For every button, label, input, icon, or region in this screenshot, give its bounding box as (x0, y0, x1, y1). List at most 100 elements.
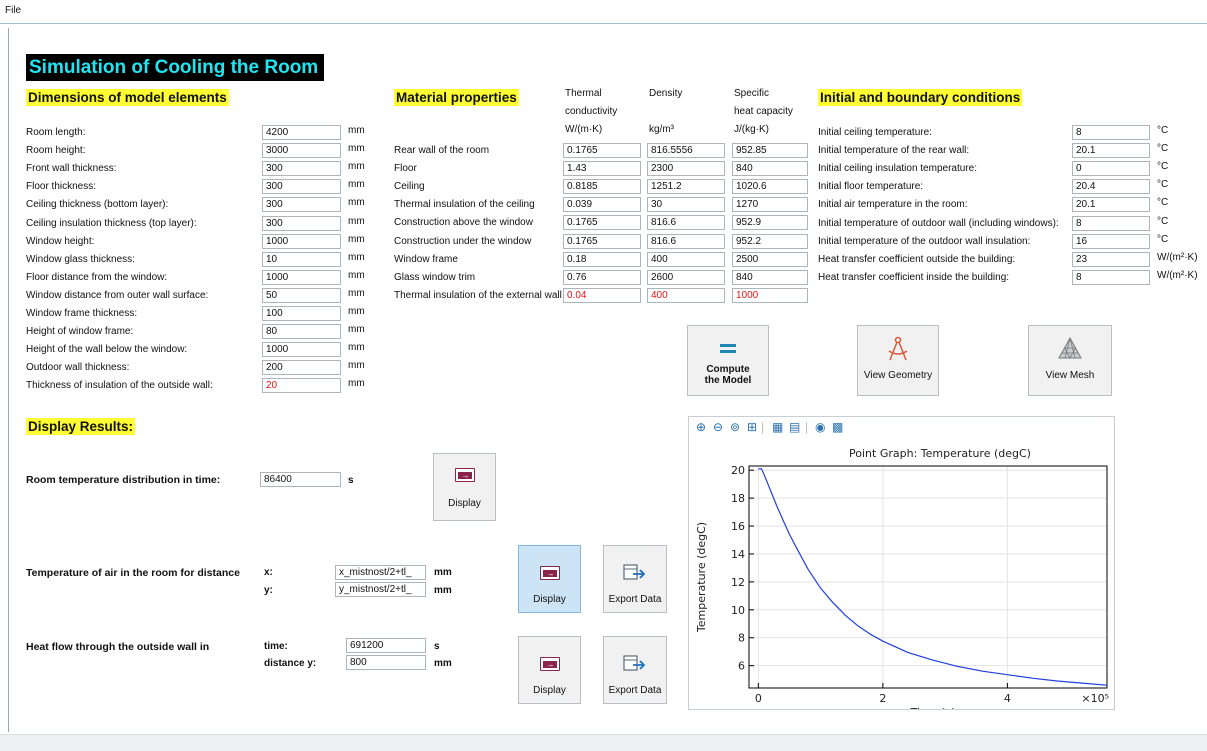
grid-toggle-icon[interactable]: ▦ (772, 420, 783, 434)
dimension-input[interactable]: 100 (262, 306, 341, 321)
time-unit: s (434, 641, 440, 652)
distance-label: distance y: (264, 658, 317, 669)
camera-icon[interactable]: ◉ (815, 420, 825, 434)
heat-flow-distance-input[interactable]: 800 (346, 655, 426, 670)
material-label: Construction under the window (394, 235, 532, 247)
density-input[interactable]: 400 (647, 251, 725, 267)
heat-capacity-input[interactable]: 840 (732, 161, 808, 177)
condition-label: Heat transfer coefficient inside the bui… (818, 271, 1010, 283)
view-mesh-label: View Mesh (1045, 370, 1095, 381)
condition-unit: °C (1157, 125, 1169, 136)
condition-input[interactable]: 20.1 (1072, 197, 1150, 213)
dimension-label: Height of window frame: (26, 326, 134, 338)
dimension-input[interactable]: 300 (262, 161, 341, 177)
density-header-1: Density (649, 88, 683, 99)
heat-capacity-input[interactable]: 1270 (732, 197, 808, 213)
conductivity-input[interactable]: 0.1765 (563, 233, 641, 249)
conductivity-input[interactable]: 1.43 (563, 161, 641, 177)
dimension-input[interactable]: 20 (262, 378, 341, 394)
heat-capacity-input[interactable]: 840 (732, 269, 808, 285)
air-temp-display-button[interactable]: → Display (518, 545, 581, 613)
dimension-input[interactable]: 300 (262, 179, 341, 195)
dimension-label: Room height: (26, 145, 86, 157)
zoom-in-icon[interactable]: ⊕ (696, 420, 706, 434)
dimension-input[interactable]: 200 (262, 360, 341, 376)
density-input[interactable]: 400 (647, 287, 725, 303)
conductivity-input[interactable]: 0.04 (563, 287, 641, 303)
graph-panel: ⊕ ⊖ ⊚ ⊞ | ▦ ▤ | ◉ ▩ 024668101214161820Po… (688, 416, 1115, 710)
air-temp-export-button[interactable]: Export Data (603, 545, 667, 613)
dimension-input[interactable]: 1000 (262, 342, 341, 358)
print-icon[interactable]: ▩ (832, 420, 843, 434)
dimension-input[interactable]: 80 (262, 324, 341, 340)
room-temp-display-button[interactable]: → Display (433, 453, 496, 521)
condition-input[interactable]: 8 (1072, 125, 1150, 140)
heat-capacity-input[interactable]: 2500 (732, 251, 808, 267)
condition-input[interactable]: 23 (1072, 251, 1150, 267)
temperature-chart: 024668101214161820Point Graph: Temperatu… (695, 447, 1109, 709)
view-mesh-button[interactable]: View Mesh (1028, 325, 1112, 396)
view-geometry-button[interactable]: View Geometry (857, 325, 939, 396)
condition-input[interactable]: 20.4 (1072, 179, 1150, 195)
heat-flow-display-button[interactable]: → Display (518, 636, 581, 704)
heat-capacity-input[interactable]: 1000 (732, 287, 808, 303)
condition-label: Initial temperature of the outdoor wall … (818, 235, 1031, 247)
heat-capacity-input[interactable]: 952.2 (732, 233, 808, 249)
y-axis-label: Temperature (degC) (695, 522, 708, 633)
density-input[interactable]: 816.6 (647, 215, 725, 231)
condition-input[interactable]: 16 (1072, 233, 1150, 249)
material-label: Ceiling (394, 181, 425, 193)
density-input[interactable]: 2300 (647, 161, 725, 177)
heat-flow-export-button[interactable]: Export Data (603, 636, 667, 704)
dimension-unit: mm (348, 197, 365, 209)
density-input[interactable]: 2600 (647, 269, 725, 285)
condition-input[interactable]: 8 (1072, 215, 1150, 231)
condition-unit: °C (1157, 143, 1169, 155)
heat-capacity-header-2: heat capacity (734, 106, 793, 117)
conductivity-input[interactable]: 0.76 (563, 269, 641, 285)
condition-unit: °C (1157, 179, 1169, 191)
heat-flow-time-input[interactable]: 691200 (346, 638, 426, 653)
y-tick-label: 20 (731, 464, 745, 477)
density-input[interactable]: 816.5556 (647, 143, 725, 158)
table-icon[interactable]: ▤ (789, 420, 800, 434)
heat-capacity-input[interactable]: 1020.6 (732, 179, 808, 195)
menu-file[interactable]: File (5, 5, 21, 16)
x-axis-label: Time (s) (910, 706, 956, 709)
dimension-input[interactable]: 1000 (262, 269, 341, 285)
dimension-input[interactable]: 300 (262, 197, 341, 213)
heat-capacity-input[interactable]: 952.9 (732, 215, 808, 231)
conductivity-input[interactable]: 0.1765 (563, 215, 641, 231)
condition-label: Initial temperature of outdoor wall (inc… (818, 217, 1059, 229)
dimension-input[interactable]: 10 (262, 251, 341, 267)
chart-title: Point Graph: Temperature (degC) (849, 447, 1031, 460)
zoom-out-icon[interactable]: ⊖ (713, 420, 723, 434)
conductivity-input[interactable]: 0.8185 (563, 179, 641, 195)
condition-input[interactable]: 0 (1072, 161, 1150, 177)
zoom-extents-icon[interactable]: ⊞ (747, 420, 757, 434)
condition-input[interactable]: 8 (1072, 269, 1150, 285)
density-input[interactable]: 1251.2 (647, 179, 725, 195)
dimension-input[interactable]: 3000 (262, 143, 341, 159)
conductivity-input[interactable]: 0.1765 (563, 143, 641, 158)
dimension-input[interactable]: 4200 (262, 125, 341, 140)
room-temp-time-input[interactable]: 86400 (260, 472, 341, 487)
x-distance-input[interactable]: x_mistnost/2+tl_ (335, 565, 426, 580)
dimension-input[interactable]: 50 (262, 287, 341, 303)
initial-conditions-heading: Initial and boundary conditions (818, 89, 1023, 106)
heat-capacity-header-unit: J/(kg·K) (734, 124, 769, 135)
compute-model-button[interactable]: Compute the Model (687, 325, 769, 396)
y-tick-label: 8 (738, 632, 745, 645)
dimension-input[interactable]: 1000 (262, 233, 341, 249)
y-distance-input[interactable]: y_mistnost/2+tl_ (335, 582, 426, 597)
zoom-box-icon[interactable]: ⊚ (730, 420, 740, 434)
density-input[interactable]: 30 (647, 197, 725, 213)
dimension-input[interactable]: 300 (262, 215, 341, 231)
conductivity-input[interactable]: 0.039 (563, 197, 641, 213)
density-input[interactable]: 816.6 (647, 233, 725, 249)
export-data-icon (623, 654, 647, 672)
heat-capacity-input[interactable]: 952.85 (732, 143, 808, 158)
material-label: Floor (394, 163, 417, 175)
condition-input[interactable]: 20.1 (1072, 143, 1150, 159)
conductivity-input[interactable]: 0.18 (563, 251, 641, 267)
